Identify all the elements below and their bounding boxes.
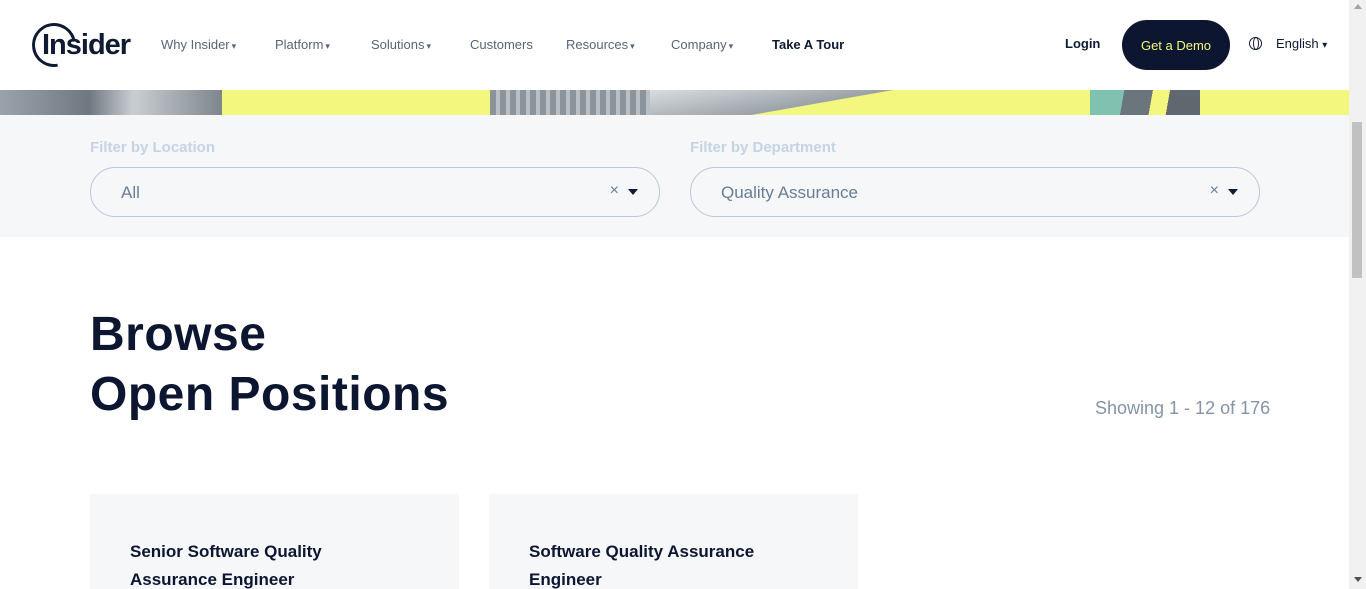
language-label: English bbox=[1276, 36, 1319, 51]
hero-image-part bbox=[490, 90, 650, 115]
scroll-down-arrow-icon[interactable] bbox=[1354, 577, 1362, 582]
nav-customers[interactable]: Customers bbox=[470, 37, 533, 52]
results-count: Showing 1 - 12 of 176 bbox=[1095, 398, 1271, 418]
nav-platform[interactable]: Platform ▾ bbox=[275, 37, 330, 52]
location-filter-label: Filter by Location bbox=[90, 139, 216, 156]
scroll-thumb[interactable] bbox=[1352, 122, 1362, 278]
nav-label: Take A Tour bbox=[772, 37, 845, 52]
nav-label: Why Insider bbox=[161, 37, 230, 52]
language-selector[interactable]: English ▾ bbox=[1249, 36, 1327, 51]
page-title-line2: Open Positions bbox=[90, 368, 450, 421]
chevron-down-icon: ▾ bbox=[231, 41, 237, 51]
nav-label: Solutions bbox=[371, 37, 425, 52]
nav-label: Customers bbox=[470, 37, 533, 52]
page-scrollbar[interactable] bbox=[1349, 0, 1366, 589]
insider-logo[interactable]: Insider bbox=[23, 14, 131, 76]
logo-text: Insider bbox=[42, 28, 131, 61]
chevron-down-icon: ▾ bbox=[426, 41, 432, 51]
job-title[interactable]: Software Quality Assurance Engineer bbox=[529, 538, 789, 589]
page-title: Browse Open Positions bbox=[90, 305, 449, 425]
clear-icon[interactable]: × bbox=[1210, 182, 1219, 200]
nav-label: Platform bbox=[275, 37, 324, 52]
job-card[interactable]: Software Quality Assurance Engineer bbox=[489, 494, 858, 589]
chevron-down-icon: ▾ bbox=[630, 41, 635, 51]
chevron-down-icon: ▾ bbox=[728, 41, 734, 51]
hero-image-part bbox=[650, 90, 910, 115]
nav-why-insider[interactable]: Why Insider ▾ bbox=[161, 37, 236, 52]
get-a-demo-button[interactable]: Get a Demo bbox=[1122, 20, 1230, 70]
location-filter-select[interactable]: All × bbox=[90, 167, 660, 217]
nav-label: Company bbox=[671, 37, 727, 52]
nav-resources[interactable]: Resources ▾ bbox=[566, 37, 635, 52]
chevron-down-icon: ▾ bbox=[1322, 40, 1328, 51]
job-card[interactable]: Senior Software Quality Assurance Engine… bbox=[90, 494, 459, 589]
clear-icon[interactable]: × bbox=[610, 182, 619, 200]
hero-image-part bbox=[1090, 90, 1200, 115]
department-filter-select[interactable]: Quality Assurance × bbox=[690, 167, 1260, 217]
page-title-line1: Browse bbox=[90, 308, 267, 361]
login-link[interactable]: Login bbox=[1065, 36, 1100, 51]
chevron-down-icon: ▾ bbox=[325, 41, 330, 51]
filter-bar: Filter by Location All × Filter by Depar… bbox=[0, 115, 1349, 237]
globe-icon bbox=[1249, 37, 1262, 50]
department-filter-label: Filter by Department bbox=[690, 139, 836, 156]
dropdown-arrow-icon[interactable] bbox=[1228, 189, 1238, 195]
hero-image-part bbox=[0, 90, 222, 115]
scroll-up-arrow-icon[interactable] bbox=[1354, 4, 1362, 9]
site-header: Insider Why Insider ▾ Platform ▾ Solutions… bbox=[0, 0, 1349, 90]
department-filter-value: Quality Assurance bbox=[721, 183, 859, 202]
nav-solutions[interactable]: Solutions ▾ bbox=[371, 37, 431, 52]
job-title[interactable]: Senior Software Quality Assurance Engine… bbox=[130, 538, 390, 589]
location-filter-value: All bbox=[121, 183, 140, 202]
hero-image bbox=[0, 90, 1349, 115]
dropdown-arrow-icon[interactable] bbox=[628, 189, 638, 195]
nav-take-a-tour[interactable]: Take A Tour bbox=[772, 37, 844, 52]
nav-company[interactable]: Company ▾ bbox=[671, 37, 733, 52]
nav-label: Resources bbox=[566, 37, 629, 52]
